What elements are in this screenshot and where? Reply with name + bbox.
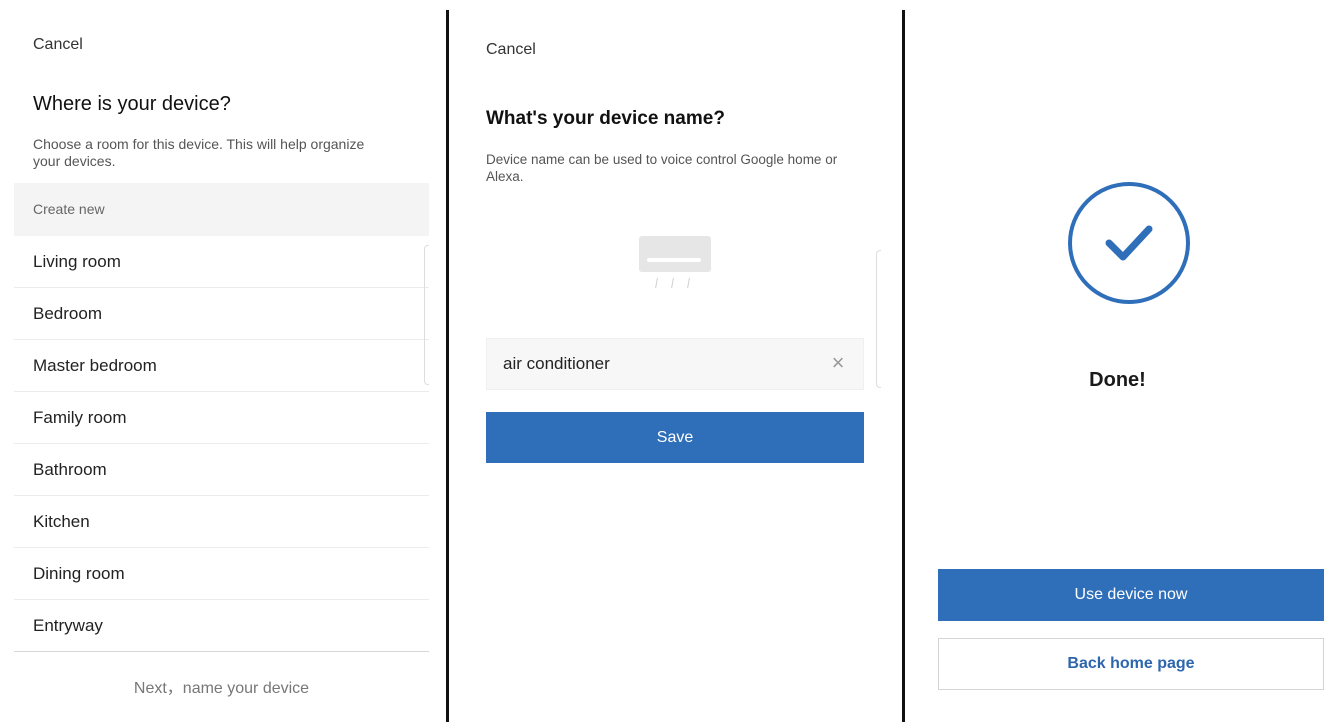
create-new-room-button[interactable]: Create new	[14, 183, 429, 236]
room-list-item[interactable]: Living room	[14, 236, 429, 288]
room-list-item[interactable]: Entryway	[14, 600, 429, 652]
checkmark-circle-icon	[1068, 182, 1190, 304]
room-list-item[interactable]: Family room	[14, 392, 429, 444]
air-conditioner-icon	[638, 236, 712, 300]
airflow-line	[671, 278, 674, 288]
back-home-page-button[interactable]: Back home page	[938, 638, 1324, 690]
page-title: What's your device name?	[486, 108, 725, 129]
room-list-item[interactable]: Kitchen	[14, 496, 429, 548]
use-device-now-button[interactable]: Use device now	[938, 569, 1324, 621]
page-title: Where is your device?	[33, 93, 231, 115]
room-list-item[interactable]: Bathroom	[14, 444, 429, 496]
scrollbar[interactable]	[876, 250, 881, 388]
device-name-screen: Cancel What's your device name? Device n…	[450, 0, 902, 722]
scrollbar[interactable]	[424, 245, 429, 385]
checkmark-icon	[1105, 225, 1153, 261]
device-name-input[interactable]	[487, 339, 823, 389]
airflow-line	[687, 278, 690, 288]
room-list-item[interactable]: Bedroom	[14, 288, 429, 340]
done-message: Done!	[1089, 369, 1146, 391]
next-name-device-button[interactable]: Next，name your device	[14, 668, 429, 710]
close-icon[interactable]: ×	[827, 352, 849, 374]
room-list-item[interactable]: Dining room	[14, 548, 429, 600]
device-name-field: ×	[486, 338, 864, 390]
air-conditioner-body	[639, 236, 711, 272]
room-list: Living room Bedroom Master bedroom Famil…	[14, 236, 429, 652]
page-description: Choose a room for this device. This will…	[33, 136, 365, 169]
panel-divider	[446, 10, 449, 722]
room-selection-screen: Cancel Where is your device? Choose a ro…	[0, 0, 446, 722]
done-screen: Done! Use device now Back home page	[905, 0, 1330, 722]
airflow-line	[655, 278, 658, 288]
air-conditioner-vent	[647, 258, 701, 262]
cancel-button[interactable]: Cancel	[33, 36, 83, 54]
page-description: Device name can be used to voice control…	[486, 152, 838, 184]
save-button[interactable]: Save	[486, 412, 864, 463]
cancel-button[interactable]: Cancel	[486, 41, 536, 59]
room-list-item[interactable]: Master bedroom	[14, 340, 429, 392]
